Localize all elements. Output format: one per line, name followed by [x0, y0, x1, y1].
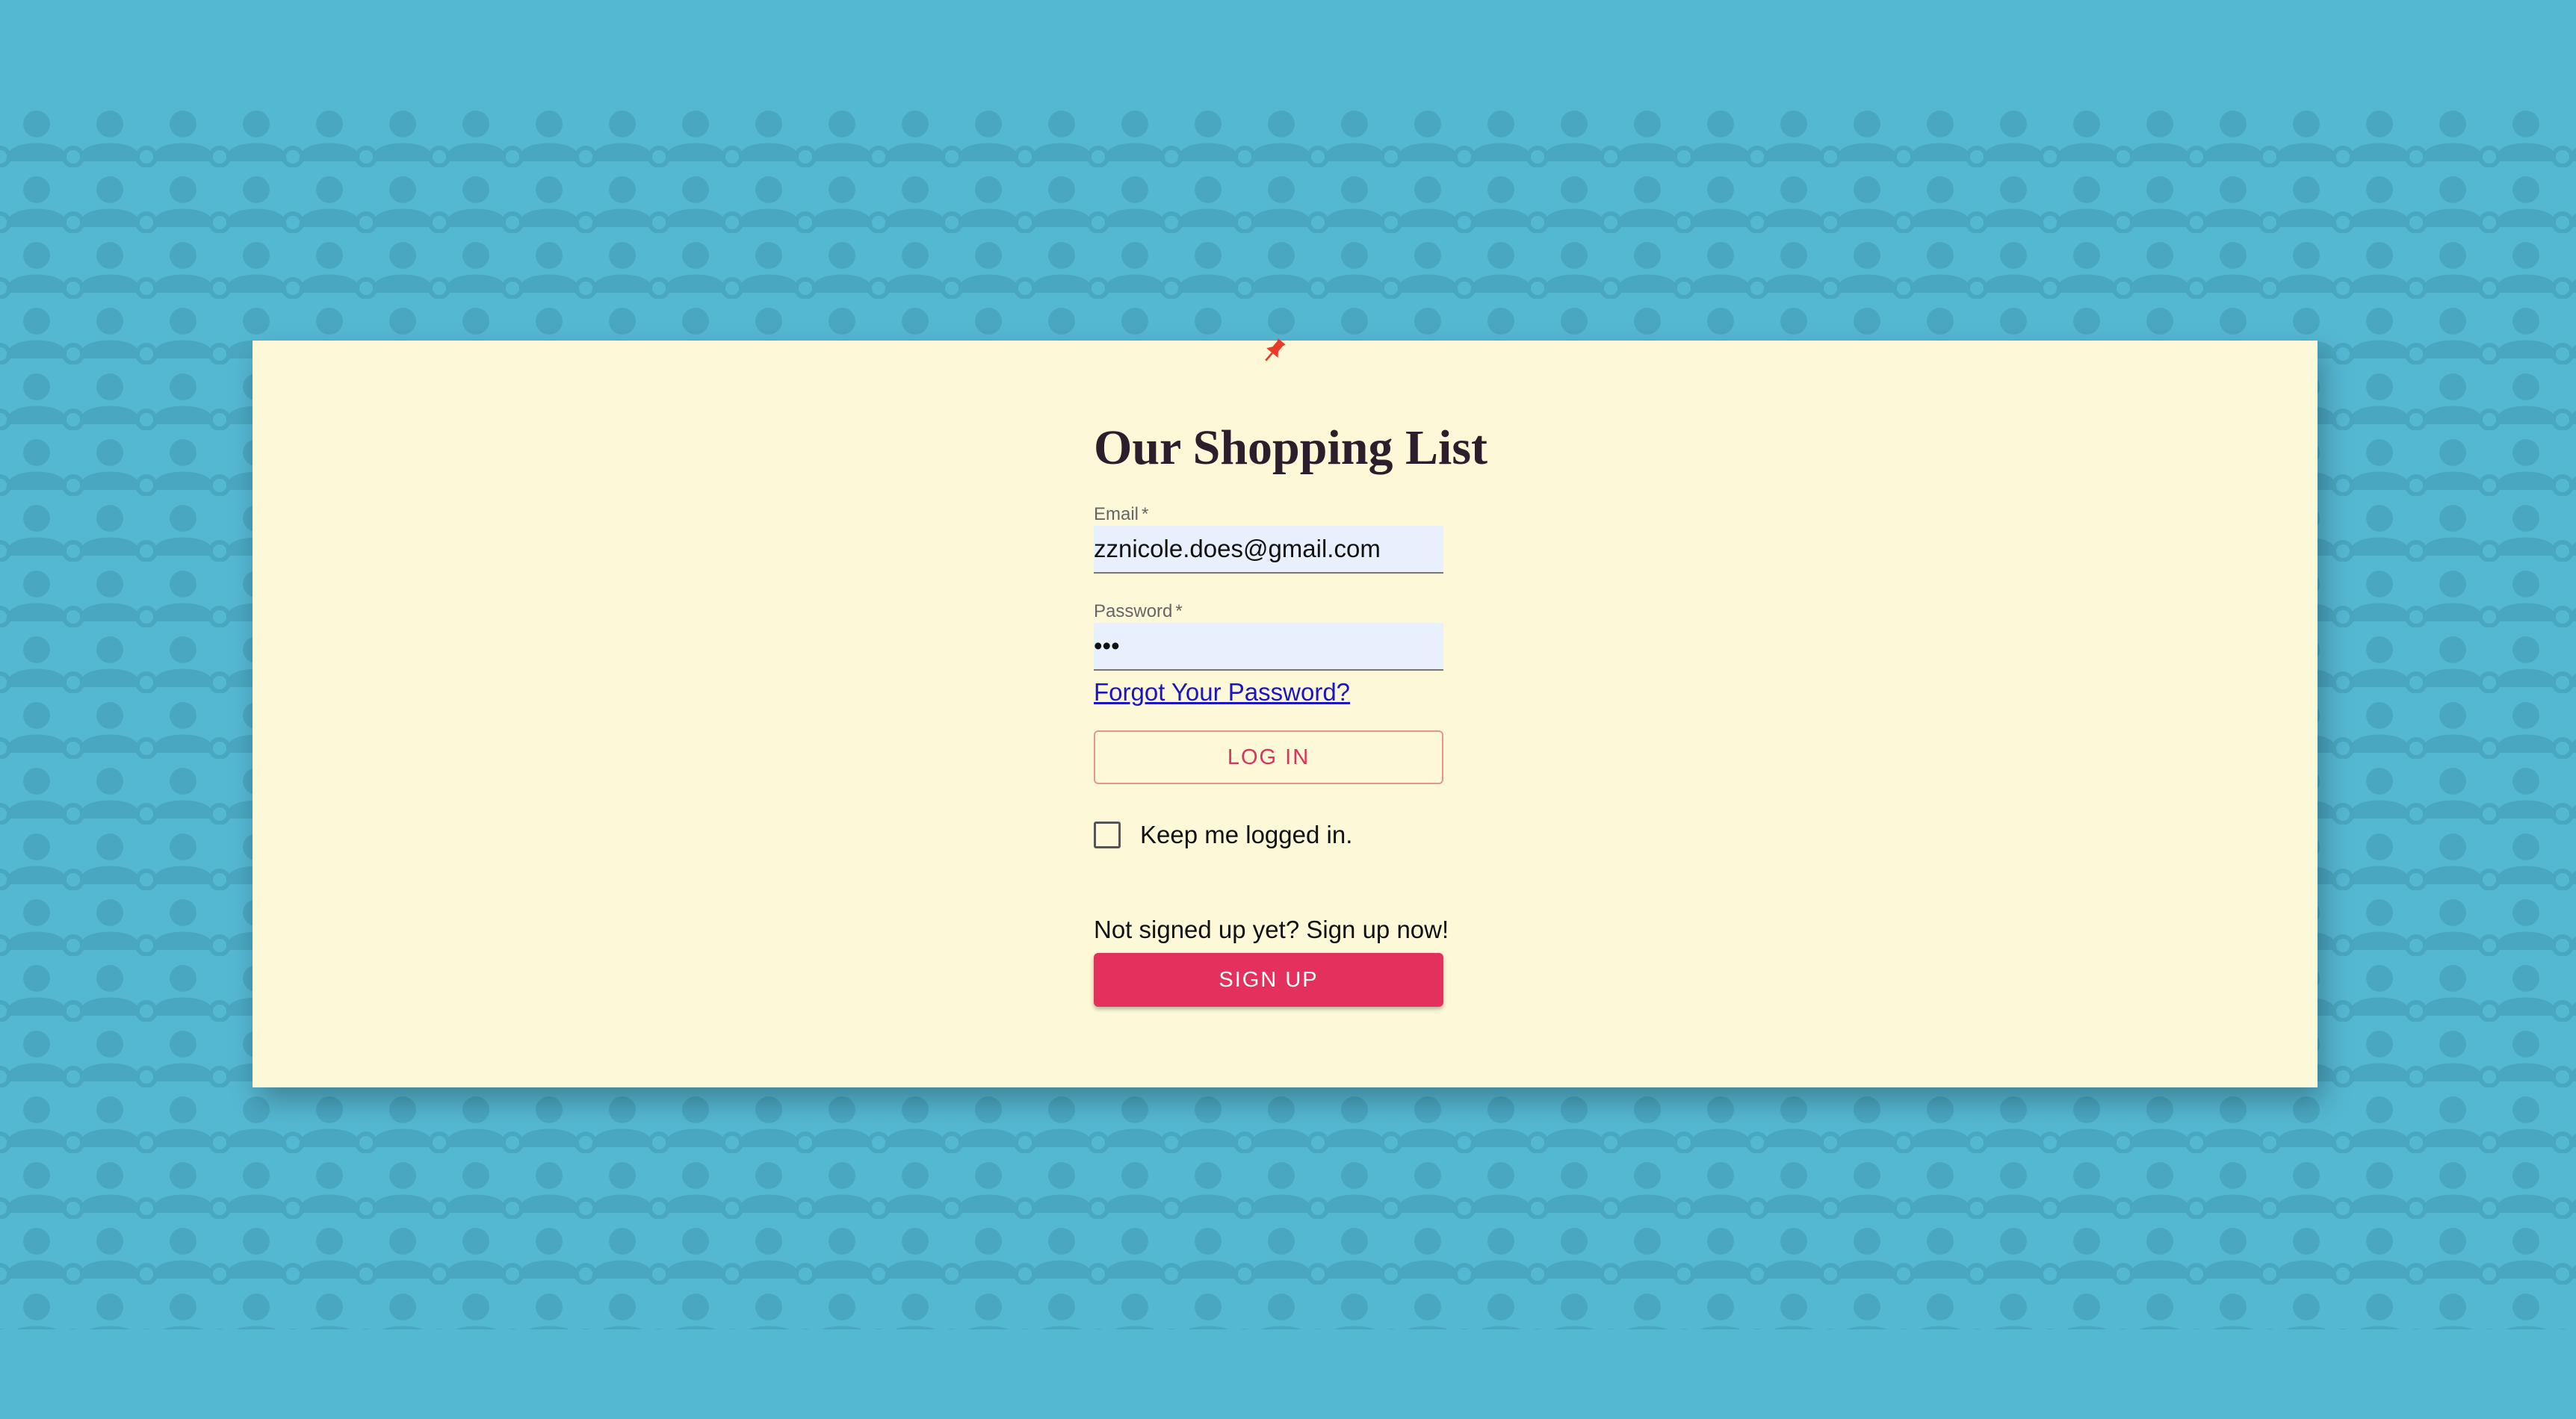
email-required-mark: *	[1142, 504, 1149, 524]
keep-logged-in-checkbox[interactable]	[1094, 822, 1121, 848]
signup-button[interactable]: SIGN UP	[1094, 953, 1443, 1007]
password-field[interactable]: •••	[1094, 623, 1443, 671]
password-required-mark: *	[1175, 601, 1183, 621]
email-label: Email *	[1094, 503, 1443, 526]
email-label-text: Email	[1094, 504, 1139, 524]
login-form: Our Shopping List Email * zznicole.does@g…	[1094, 415, 1488, 1007]
login-button[interactable]: LOG IN	[1094, 730, 1443, 784]
pushpin-icon	[1265, 338, 1286, 361]
keep-logged-in-row[interactable]: Keep me logged in.	[1094, 819, 1443, 851]
email-field[interactable]: zznicole.does@gmail.com	[1094, 526, 1443, 574]
password-label: Password *	[1094, 600, 1443, 623]
forgot-password-link[interactable]: Forgot Your Password?	[1094, 677, 1443, 708]
password-label-text: Password	[1094, 601, 1173, 621]
signup-prompt: Not signed up yet? Sign up now!	[1094, 916, 1449, 943]
keep-logged-in-label[interactable]: Keep me logged in.	[1140, 821, 1352, 849]
page-title: Our Shopping List	[1094, 420, 1488, 475]
